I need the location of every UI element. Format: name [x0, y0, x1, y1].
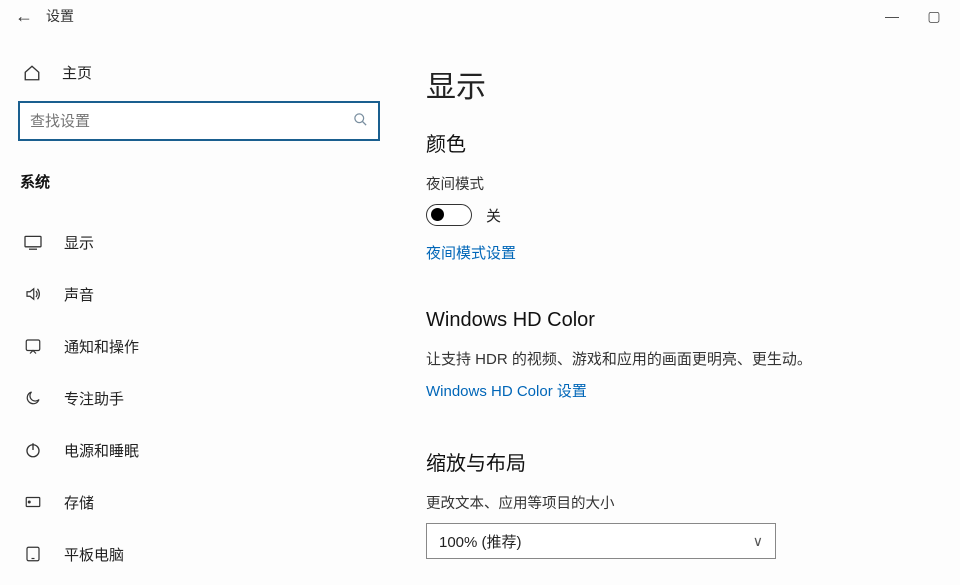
sidebar-item-sound[interactable]: 声音	[18, 268, 380, 320]
notification-icon	[22, 337, 44, 355]
sidebar-item-label: 显示	[64, 232, 94, 253]
hdcolor-settings-link[interactable]: Windows HD Color 设置	[426, 380, 587, 401]
search-icon	[353, 112, 368, 131]
sidebar-item-notifications[interactable]: 通知和操作	[18, 320, 380, 372]
sidebar-item-tablet[interactable]: 平板电脑	[18, 528, 380, 580]
content-pane: 显示 颜色 夜间模式 关 夜间模式设置 Windows HD Color 让支持…	[398, 32, 960, 585]
hdcolor-description: 让支持 HDR 的视频、游戏和应用的画面更明亮、更生动。	[426, 348, 932, 372]
maximize-button[interactable]: ▢	[926, 8, 942, 24]
sidebar-item-label: 平板电脑	[64, 544, 124, 565]
minimize-button[interactable]: ―	[884, 8, 900, 24]
sidebar-item-label: 电源和睡眠	[64, 440, 139, 461]
sidebar-item-power[interactable]: 电源和睡眠	[18, 424, 380, 476]
sidebar-home-label: 主页	[62, 62, 92, 83]
sidebar-nav: 显示 声音 通知和操作	[18, 216, 380, 580]
sidebar-home[interactable]: 主页	[22, 62, 380, 83]
sidebar-item-display[interactable]: 显示	[18, 216, 380, 268]
sidebar-item-label: 存储	[64, 492, 94, 513]
scale-dropdown-value: 100% (推荐)	[439, 531, 522, 552]
sidebar-item-storage[interactable]: 存储	[18, 476, 380, 528]
settings-window: ← 设置 ― ▢ 主页 系统	[0, 0, 960, 585]
chevron-down-icon: ∨	[753, 533, 763, 550]
sound-icon	[22, 285, 44, 303]
sidebar-item-focus-assist[interactable]: 专注助手	[18, 372, 380, 424]
search-input[interactable]	[30, 113, 353, 130]
display-icon	[22, 234, 44, 250]
storage-icon	[22, 493, 44, 511]
moon-icon	[22, 389, 44, 407]
tablet-icon	[22, 545, 44, 563]
night-mode-label: 夜间模式	[426, 173, 932, 194]
sidebar-item-label: 声音	[64, 284, 94, 305]
minimize-icon: ―	[885, 8, 899, 24]
body: 主页 系统 显示	[0, 32, 960, 585]
night-mode-settings-link[interactable]: 夜间模式设置	[426, 242, 516, 263]
titlebar: ← 设置 ― ▢	[0, 0, 960, 32]
night-mode-toggle[interactable]	[426, 204, 472, 226]
sidebar-item-label: 通知和操作	[64, 336, 139, 357]
back-button[interactable]: ←	[8, 6, 40, 27]
section-hdcolor-heading: Windows HD Color	[426, 309, 932, 332]
sidebar: 主页 系统 显示	[0, 32, 398, 585]
window-title: 设置	[40, 6, 74, 26]
night-mode-toggle-row: 关	[426, 204, 932, 226]
sidebar-category: 系统	[20, 171, 380, 192]
page-title: 显示	[426, 62, 932, 106]
section-scale-heading: 缩放与布局	[426, 447, 932, 476]
arrow-left-icon: ←	[15, 6, 33, 27]
power-icon	[22, 441, 44, 459]
night-mode-state: 关	[486, 205, 501, 226]
window-controls: ― ▢	[884, 8, 952, 24]
scale-dropdown[interactable]: 100% (推荐) ∨	[426, 523, 776, 559]
section-color-heading: 颜色	[426, 128, 932, 157]
maximize-icon: ▢	[927, 8, 940, 25]
home-icon	[22, 64, 42, 82]
sidebar-item-label: 专注助手	[64, 388, 124, 409]
search-box[interactable]	[18, 101, 380, 141]
scale-label: 更改文本、应用等项目的大小	[426, 492, 932, 513]
